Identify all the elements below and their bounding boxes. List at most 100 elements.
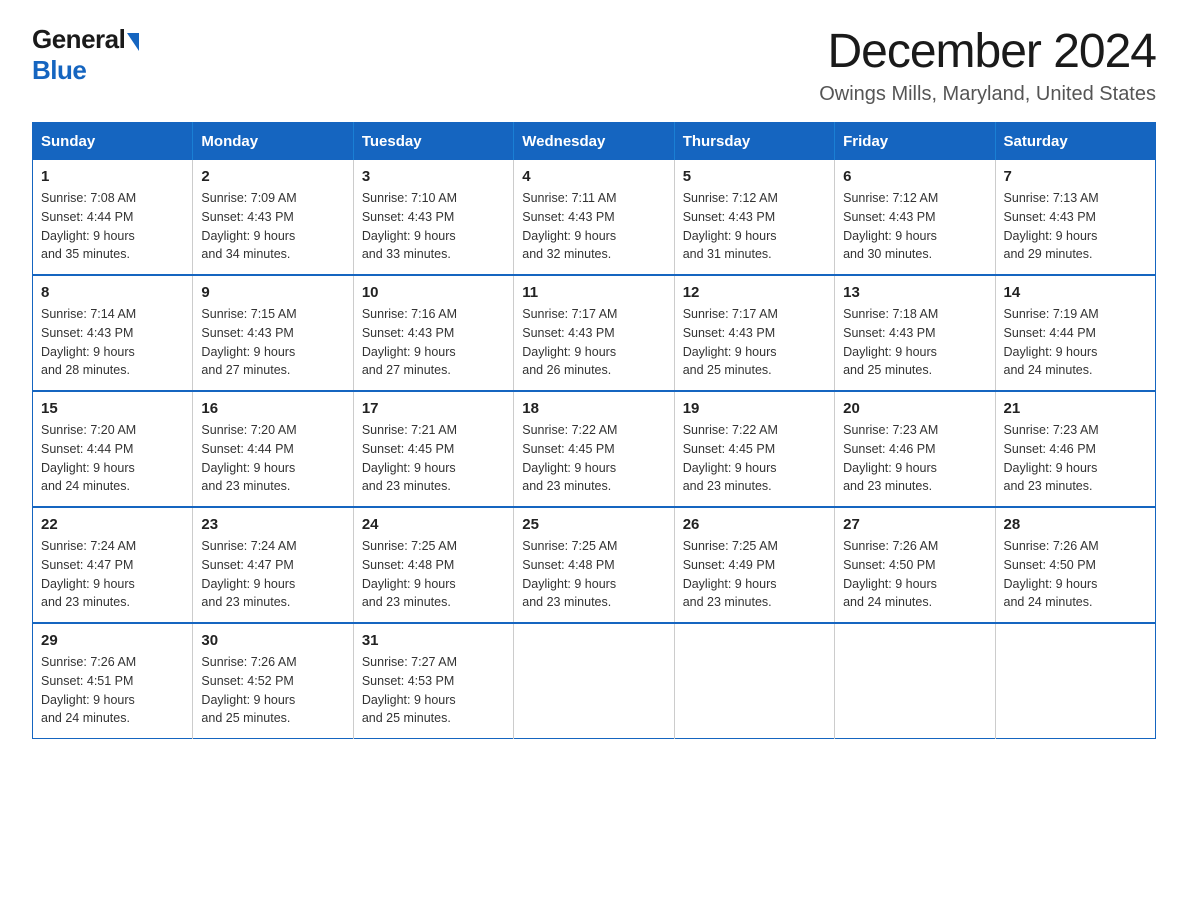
day-info: Sunrise: 7:12 AM Sunset: 4:43 PM Dayligh…: [683, 189, 826, 264]
day-number: 21: [1004, 400, 1147, 417]
day-number: 20: [843, 400, 986, 417]
day-number: 23: [201, 516, 344, 533]
day-info: Sunrise: 7:26 AM Sunset: 4:50 PM Dayligh…: [1004, 537, 1147, 612]
day-number: 29: [41, 632, 184, 649]
title-block: December 2024 Owings Mills, Maryland, Un…: [819, 24, 1156, 106]
day-number: 10: [362, 284, 505, 301]
day-number: 2: [201, 168, 344, 185]
calendar-cell: 8 Sunrise: 7:14 AM Sunset: 4:43 PM Dayli…: [33, 275, 193, 391]
calendar-cell: 17 Sunrise: 7:21 AM Sunset: 4:45 PM Dayl…: [353, 391, 513, 507]
calendar-week-row: 8 Sunrise: 7:14 AM Sunset: 4:43 PM Dayli…: [33, 275, 1156, 391]
calendar-cell: 15 Sunrise: 7:20 AM Sunset: 4:44 PM Dayl…: [33, 391, 193, 507]
calendar-cell: 11 Sunrise: 7:17 AM Sunset: 4:43 PM Dayl…: [514, 275, 674, 391]
day-number: 13: [843, 284, 986, 301]
logo: General Blue: [32, 24, 139, 86]
day-info: Sunrise: 7:24 AM Sunset: 4:47 PM Dayligh…: [201, 537, 344, 612]
day-number: 7: [1004, 168, 1147, 185]
day-number: 18: [522, 400, 665, 417]
calendar-cell: 9 Sunrise: 7:15 AM Sunset: 4:43 PM Dayli…: [193, 275, 353, 391]
day-number: 16: [201, 400, 344, 417]
day-info: Sunrise: 7:12 AM Sunset: 4:43 PM Dayligh…: [843, 189, 986, 264]
day-info: Sunrise: 7:22 AM Sunset: 4:45 PM Dayligh…: [522, 421, 665, 496]
day-number: 15: [41, 400, 184, 417]
day-info: Sunrise: 7:17 AM Sunset: 4:43 PM Dayligh…: [683, 305, 826, 380]
page-header: General Blue December 2024 Owings Mills,…: [32, 24, 1156, 106]
day-number: 3: [362, 168, 505, 185]
day-info: Sunrise: 7:25 AM Sunset: 4:48 PM Dayligh…: [362, 537, 505, 612]
calendar-week-row: 1 Sunrise: 7:08 AM Sunset: 4:44 PM Dayli…: [33, 160, 1156, 275]
col-header-friday: Friday: [835, 123, 995, 161]
day-number: 8: [41, 284, 184, 301]
calendar-cell: [674, 623, 834, 739]
day-info: Sunrise: 7:25 AM Sunset: 4:48 PM Dayligh…: [522, 537, 665, 612]
calendar-cell: [835, 623, 995, 739]
calendar-cell: 30 Sunrise: 7:26 AM Sunset: 4:52 PM Dayl…: [193, 623, 353, 739]
day-number: 1: [41, 168, 184, 185]
day-number: 30: [201, 632, 344, 649]
calendar-cell: 20 Sunrise: 7:23 AM Sunset: 4:46 PM Dayl…: [835, 391, 995, 507]
calendar-cell: 12 Sunrise: 7:17 AM Sunset: 4:43 PM Dayl…: [674, 275, 834, 391]
day-number: 4: [522, 168, 665, 185]
day-number: 19: [683, 400, 826, 417]
page-subtitle: Owings Mills, Maryland, United States: [819, 83, 1156, 106]
day-info: Sunrise: 7:23 AM Sunset: 4:46 PM Dayligh…: [843, 421, 986, 496]
calendar-cell: 2 Sunrise: 7:09 AM Sunset: 4:43 PM Dayli…: [193, 160, 353, 275]
day-number: 26: [683, 516, 826, 533]
day-info: Sunrise: 7:14 AM Sunset: 4:43 PM Dayligh…: [41, 305, 184, 380]
calendar-cell: 21 Sunrise: 7:23 AM Sunset: 4:46 PM Dayl…: [995, 391, 1155, 507]
page-title: December 2024: [819, 24, 1156, 79]
calendar-cell: 10 Sunrise: 7:16 AM Sunset: 4:43 PM Dayl…: [353, 275, 513, 391]
day-info: Sunrise: 7:13 AM Sunset: 4:43 PM Dayligh…: [1004, 189, 1147, 264]
calendar-cell: 4 Sunrise: 7:11 AM Sunset: 4:43 PM Dayli…: [514, 160, 674, 275]
calendar-cell: 19 Sunrise: 7:22 AM Sunset: 4:45 PM Dayl…: [674, 391, 834, 507]
day-info: Sunrise: 7:20 AM Sunset: 4:44 PM Dayligh…: [201, 421, 344, 496]
calendar-cell: 6 Sunrise: 7:12 AM Sunset: 4:43 PM Dayli…: [835, 160, 995, 275]
calendar-cell: 1 Sunrise: 7:08 AM Sunset: 4:44 PM Dayli…: [33, 160, 193, 275]
calendar-cell: [514, 623, 674, 739]
calendar-cell: 29 Sunrise: 7:26 AM Sunset: 4:51 PM Dayl…: [33, 623, 193, 739]
day-info: Sunrise: 7:15 AM Sunset: 4:43 PM Dayligh…: [201, 305, 344, 380]
day-number: 22: [41, 516, 184, 533]
day-info: Sunrise: 7:08 AM Sunset: 4:44 PM Dayligh…: [41, 189, 184, 264]
day-number: 28: [1004, 516, 1147, 533]
day-info: Sunrise: 7:20 AM Sunset: 4:44 PM Dayligh…: [41, 421, 184, 496]
day-number: 31: [362, 632, 505, 649]
day-info: Sunrise: 7:21 AM Sunset: 4:45 PM Dayligh…: [362, 421, 505, 496]
calendar-cell: 3 Sunrise: 7:10 AM Sunset: 4:43 PM Dayli…: [353, 160, 513, 275]
day-info: Sunrise: 7:24 AM Sunset: 4:47 PM Dayligh…: [41, 537, 184, 612]
calendar-cell: 25 Sunrise: 7:25 AM Sunset: 4:48 PM Dayl…: [514, 507, 674, 623]
day-number: 12: [683, 284, 826, 301]
day-number: 24: [362, 516, 505, 533]
day-info: Sunrise: 7:10 AM Sunset: 4:43 PM Dayligh…: [362, 189, 505, 264]
day-info: Sunrise: 7:11 AM Sunset: 4:43 PM Dayligh…: [522, 189, 665, 264]
calendar-cell: 14 Sunrise: 7:19 AM Sunset: 4:44 PM Dayl…: [995, 275, 1155, 391]
day-info: Sunrise: 7:26 AM Sunset: 4:52 PM Dayligh…: [201, 653, 344, 728]
calendar-cell: 26 Sunrise: 7:25 AM Sunset: 4:49 PM Dayl…: [674, 507, 834, 623]
day-info: Sunrise: 7:16 AM Sunset: 4:43 PM Dayligh…: [362, 305, 505, 380]
day-info: Sunrise: 7:18 AM Sunset: 4:43 PM Dayligh…: [843, 305, 986, 380]
calendar-cell: 22 Sunrise: 7:24 AM Sunset: 4:47 PM Dayl…: [33, 507, 193, 623]
col-header-monday: Monday: [193, 123, 353, 161]
day-info: Sunrise: 7:22 AM Sunset: 4:45 PM Dayligh…: [683, 421, 826, 496]
logo-arrow-icon: [127, 33, 139, 51]
calendar-cell: 27 Sunrise: 7:26 AM Sunset: 4:50 PM Dayl…: [835, 507, 995, 623]
day-number: 5: [683, 168, 826, 185]
day-number: 14: [1004, 284, 1147, 301]
col-header-wednesday: Wednesday: [514, 123, 674, 161]
logo-general: General: [32, 24, 125, 55]
day-number: 17: [362, 400, 505, 417]
calendar-cell: [995, 623, 1155, 739]
calendar-week-row: 15 Sunrise: 7:20 AM Sunset: 4:44 PM Dayl…: [33, 391, 1156, 507]
col-header-thursday: Thursday: [674, 123, 834, 161]
day-number: 9: [201, 284, 344, 301]
calendar-week-row: 29 Sunrise: 7:26 AM Sunset: 4:51 PM Dayl…: [33, 623, 1156, 739]
day-info: Sunrise: 7:09 AM Sunset: 4:43 PM Dayligh…: [201, 189, 344, 264]
calendar-cell: 13 Sunrise: 7:18 AM Sunset: 4:43 PM Dayl…: [835, 275, 995, 391]
calendar-cell: 28 Sunrise: 7:26 AM Sunset: 4:50 PM Dayl…: [995, 507, 1155, 623]
day-number: 6: [843, 168, 986, 185]
day-info: Sunrise: 7:27 AM Sunset: 4:53 PM Dayligh…: [362, 653, 505, 728]
calendar-table: SundayMondayTuesdayWednesdayThursdayFrid…: [32, 122, 1156, 739]
day-info: Sunrise: 7:26 AM Sunset: 4:51 PM Dayligh…: [41, 653, 184, 728]
day-info: Sunrise: 7:23 AM Sunset: 4:46 PM Dayligh…: [1004, 421, 1147, 496]
day-number: 25: [522, 516, 665, 533]
